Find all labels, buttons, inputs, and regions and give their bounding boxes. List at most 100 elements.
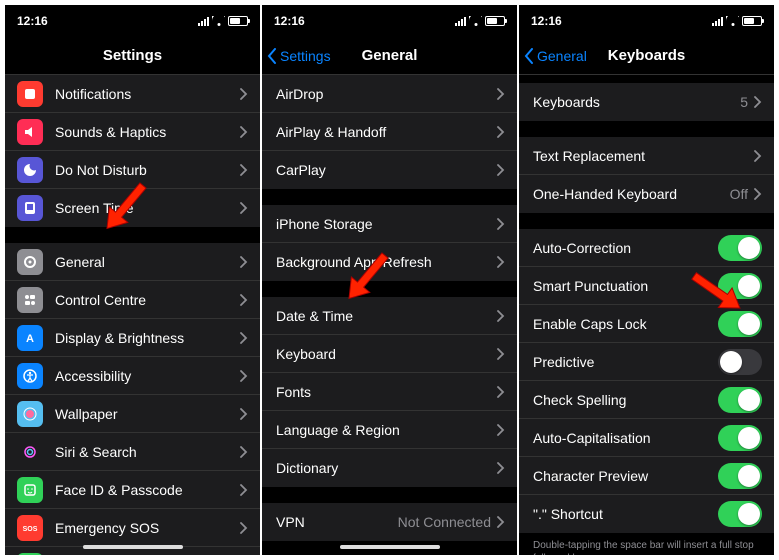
row-siri-search[interactable]: Siri & Search <box>5 433 260 471</box>
chevron-icon <box>754 150 762 162</box>
dnd-icon <box>17 157 43 183</box>
row-label: Wallpaper <box>55 406 240 422</box>
row-language-region[interactable]: Language & Region <box>262 411 517 449</box>
row-airdrop[interactable]: AirDrop <box>262 75 517 113</box>
back-button[interactable]: Settings <box>262 48 331 64</box>
chevron-icon <box>240 294 248 306</box>
phone-panel-0: 12:16SettingsNotificationsSounds & Hapti… <box>5 5 260 555</box>
row-dictionary[interactable]: Dictionary <box>262 449 517 487</box>
faceid-icon <box>17 477 43 503</box>
row-fonts[interactable]: Fonts <box>262 373 517 411</box>
toggle[interactable] <box>718 235 762 261</box>
row-iphone-storage[interactable]: iPhone Storage <box>262 205 517 243</box>
section: Auto-Correction Smart Punctuation Enable C… <box>519 229 774 533</box>
status-time: 12:16 <box>531 14 562 28</box>
section: Keyboards5 <box>519 83 774 121</box>
back-button[interactable]: General <box>519 48 587 64</box>
row-carplay[interactable]: CarPlay <box>262 151 517 189</box>
list[interactable]: Notifications Sounds & Haptics Do Not Dist… <box>5 75 260 555</box>
row-label: Do Not Disturb <box>55 162 240 178</box>
row-screen-time[interactable]: Screen Time <box>5 189 260 227</box>
row-date-time[interactable]: Date & Time <box>262 297 517 335</box>
section: VPNNot Connected <box>262 503 517 541</box>
row-control-centre[interactable]: Control Centre <box>5 281 260 319</box>
chevron-icon <box>497 516 505 528</box>
row-sounds-haptics[interactable]: Sounds & Haptics <box>5 113 260 151</box>
row-label: Notifications <box>55 86 240 102</box>
row-notifications[interactable]: Notifications <box>5 75 260 113</box>
row-label: Enable Caps Lock <box>533 316 718 332</box>
toggle[interactable] <box>718 387 762 413</box>
toggle[interactable] <box>718 349 762 375</box>
row-label: General <box>55 254 240 270</box>
row-background-app-refresh[interactable]: Background App Refresh <box>262 243 517 281</box>
row-label: Dictionary <box>276 460 497 476</box>
row-airplay-handoff[interactable]: AirPlay & Handoff <box>262 113 517 151</box>
row-character-preview[interactable]: Character Preview <box>519 457 774 495</box>
home-indicator[interactable] <box>340 545 440 549</box>
battery-icon <box>17 553 43 556</box>
chevron-icon <box>497 348 505 360</box>
row-auto-correction[interactable]: Auto-Correction <box>519 229 774 267</box>
row-face-id-passcode[interactable]: Face ID & Passcode <box>5 471 260 509</box>
row-general[interactable]: General <box>5 243 260 281</box>
chevron-icon <box>240 522 248 534</box>
toggle[interactable] <box>718 311 762 337</box>
row-label: Auto-Capitalisation <box>533 430 718 446</box>
row-label: VPN <box>276 514 398 530</box>
toggle[interactable] <box>718 273 762 299</box>
row-predictive[interactable]: Predictive <box>519 343 774 381</box>
row-enable-caps-lock[interactable]: Enable Caps Lock <box>519 305 774 343</box>
row-wallpaper[interactable]: Wallpaper <box>5 395 260 433</box>
row-smart-punctuation[interactable]: Smart Punctuation <box>519 267 774 305</box>
row-check-spelling[interactable]: Check Spelling <box>519 381 774 419</box>
status-bar: 12:16 <box>519 5 774 37</box>
row-label: Face ID & Passcode <box>55 482 240 498</box>
row-label: Siri & Search <box>55 444 240 460</box>
wallpaper-icon <box>17 401 43 427</box>
screentime-icon <box>17 195 43 221</box>
chevron-icon <box>497 256 505 268</box>
row-label: Accessibility <box>55 368 240 384</box>
toggle-knob <box>738 427 760 449</box>
section: AirDropAirPlay & HandoffCarPlay <box>262 75 517 189</box>
list[interactable]: Keyboards5 Text ReplacementOne-Handed Key… <box>519 75 774 555</box>
display-icon: A <box>17 325 43 351</box>
toggle[interactable] <box>718 501 762 527</box>
status-indicators <box>455 16 505 26</box>
row-keyboards[interactable]: Keyboards5 <box>519 83 774 121</box>
row-emergency-sos[interactable]: SOSEmergency SOS <box>5 509 260 547</box>
row-label: Smart Punctuation <box>533 278 718 294</box>
row-keyboard[interactable]: Keyboard <box>262 335 517 373</box>
battery-icon <box>485 16 505 26</box>
accessibility-icon <box>17 363 43 389</box>
row-label: Fonts <box>276 384 497 400</box>
row--shortcut[interactable]: "." Shortcut <box>519 495 774 533</box>
toggle[interactable] <box>718 463 762 489</box>
toggle-knob <box>738 313 760 335</box>
chevron-icon <box>497 126 505 138</box>
list[interactable]: AirDropAirPlay & HandoffCarPlay iPhone St… <box>262 75 517 555</box>
back-label: Settings <box>280 48 331 64</box>
row-text-replacement[interactable]: Text Replacement <box>519 137 774 175</box>
row-one-handed-keyboard[interactable]: One-Handed KeyboardOff <box>519 175 774 213</box>
chevron-icon <box>497 88 505 100</box>
row-display-brightness[interactable]: ADisplay & Brightness <box>5 319 260 357</box>
nav-title: Settings <box>5 47 260 64</box>
toggle-knob <box>738 237 760 259</box>
home-indicator[interactable] <box>83 545 183 549</box>
row-detail: Not Connected <box>398 514 491 530</box>
row-do-not-disturb[interactable]: Do Not Disturb <box>5 151 260 189</box>
siri-icon <box>17 439 43 465</box>
row-auto-capitalisation[interactable]: Auto-Capitalisation <box>519 419 774 457</box>
chevron-icon <box>240 126 248 138</box>
row-label: Keyboard <box>276 346 497 362</box>
row-accessibility[interactable]: Accessibility <box>5 357 260 395</box>
section: Notifications Sounds & Haptics Do Not Dist… <box>5 75 260 227</box>
row-label: Sounds & Haptics <box>55 124 240 140</box>
row-vpn[interactable]: VPNNot Connected <box>262 503 517 541</box>
chevron-icon <box>497 424 505 436</box>
chevron-icon <box>497 164 505 176</box>
wifi-icon <box>469 16 482 26</box>
toggle[interactable] <box>718 425 762 451</box>
